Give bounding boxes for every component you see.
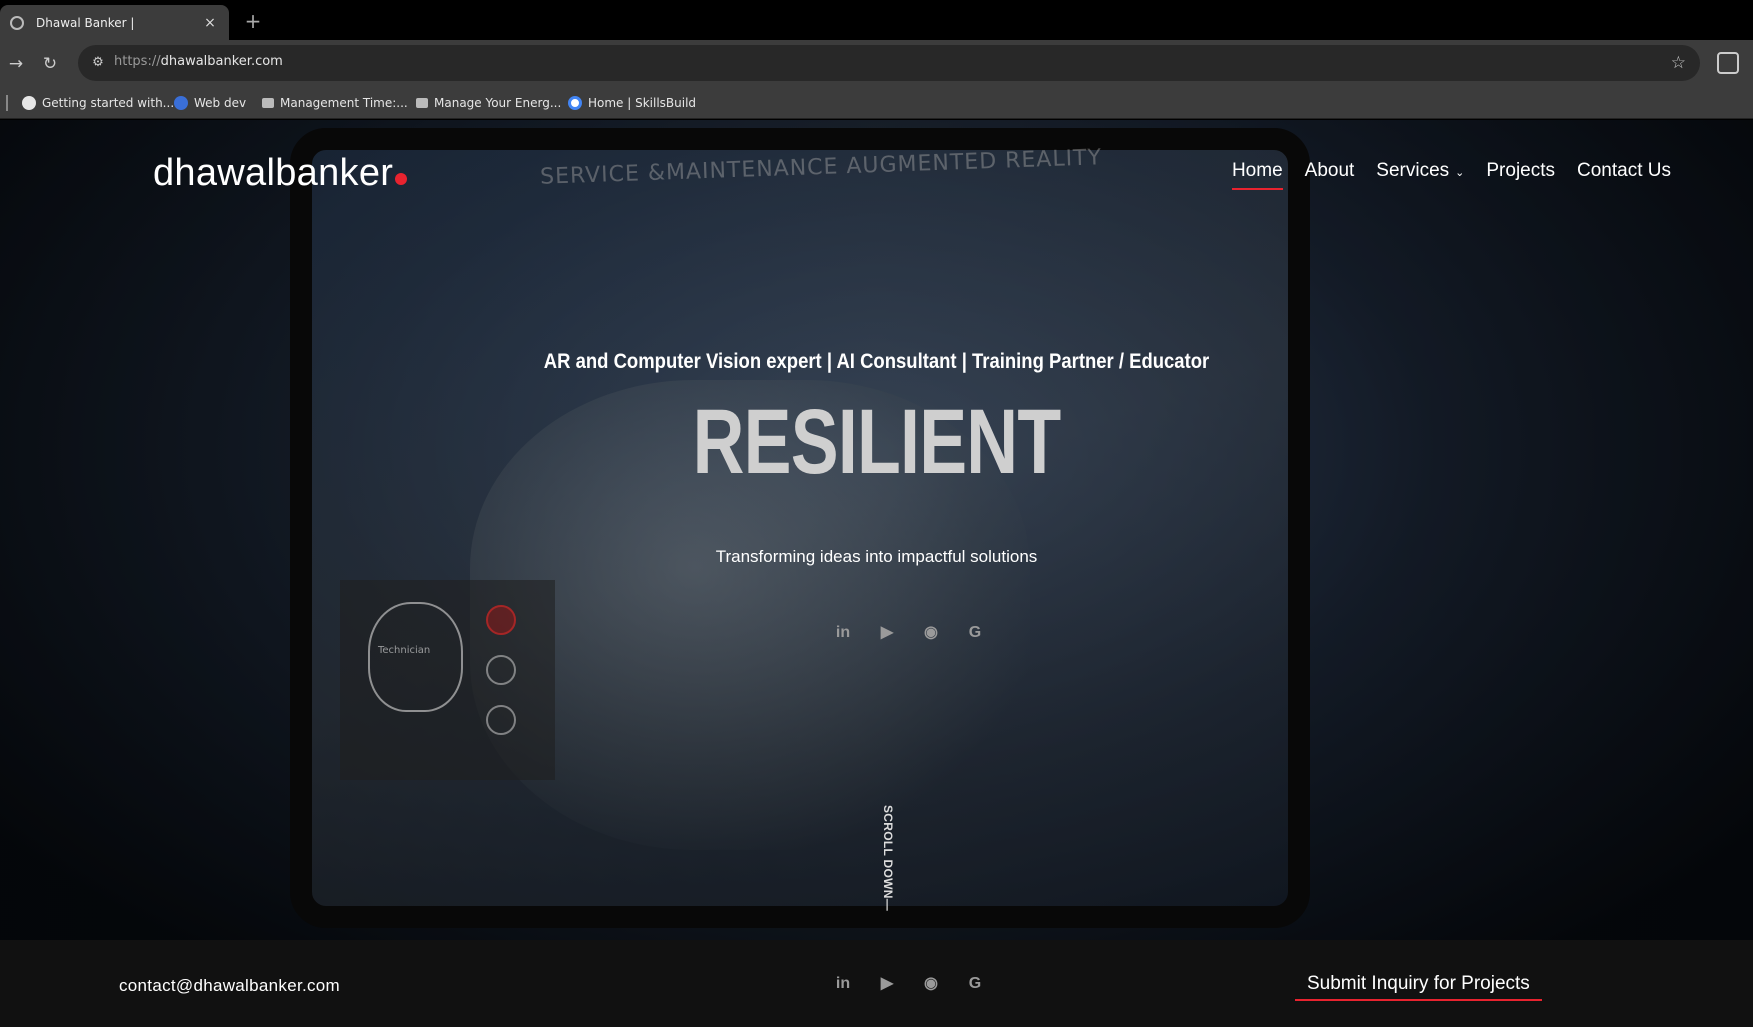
site-info-icon[interactable]: ⚙ xyxy=(88,53,108,73)
page-icon xyxy=(262,98,274,108)
bookmark-label: Management Time:... xyxy=(280,96,408,110)
site-logo-text: dhawalbanker xyxy=(153,152,394,194)
address-bar[interactable]: ⚙ https://dhawalbanker.com ☆ xyxy=(78,45,1700,81)
site-logo[interactable]: dhawalbanker xyxy=(153,152,408,195)
url-host: dhawalbanker.com xyxy=(160,54,283,69)
logo-dot xyxy=(395,173,408,185)
bookmark-management-time[interactable]: Management Time:... xyxy=(262,93,408,113)
avatar-icon xyxy=(174,96,188,110)
hero-subline: Transforming ideas into impactful soluti… xyxy=(715,547,1038,566)
nav-home[interactable]: Home xyxy=(1231,160,1283,190)
bookmarks-separator xyxy=(6,95,8,111)
footer-bar: contact@dhawalbanker.com in ▶ ◉ G Submit… xyxy=(0,940,1753,1027)
nav-projects[interactable]: Projects xyxy=(1486,160,1555,190)
hero-overlay xyxy=(0,120,1753,940)
bookmarks-bar: Getting started with... Web dev Manageme… xyxy=(0,87,1753,119)
nav-services[interactable]: Services ⌄ xyxy=(1376,160,1464,190)
url-scheme: https:// xyxy=(114,54,161,69)
main-nav: Home About Services ⌄ Projects Contact Us xyxy=(1231,160,1671,190)
url-text[interactable]: https://dhawalbanker.com xyxy=(114,54,283,69)
browser-toolbar: → ↻ ⚙ https://dhawalbanker.com ☆ xyxy=(0,40,1753,87)
hero-tagline: AR and Computer Vision expert | AI Consu… xyxy=(543,350,1210,373)
bookmark-label: Web dev xyxy=(194,96,247,110)
bookmark-label: Home | SkillsBuild xyxy=(588,96,697,110)
bookmark-manage-energy[interactable]: Manage Your Energ... xyxy=(416,93,561,113)
new-tab-button[interactable]: + xyxy=(240,8,266,34)
bookmark-skillsbuild[interactable]: Home | SkillsBuild xyxy=(568,93,696,113)
bookmark-web-dev[interactable]: Web dev xyxy=(174,93,246,113)
github-icon[interactable]: ◉ xyxy=(920,622,942,644)
hero-headline: RESILIENT xyxy=(692,391,1062,493)
browser-tab[interactable]: Dhawal Banker | × xyxy=(0,5,229,40)
bookmark-star-icon[interactable]: ☆ xyxy=(1671,53,1686,73)
linkedin-icon[interactable]: in xyxy=(832,622,854,644)
scroll-down-link[interactable]: SCROLL DOWN— xyxy=(881,805,895,911)
reload-icon[interactable]: ↻ xyxy=(38,52,62,76)
google-icon xyxy=(568,96,582,110)
linkedin-icon[interactable]: in xyxy=(832,973,854,995)
submit-inquiry-button[interactable]: Submit Inquiry for Projects xyxy=(1295,973,1542,1001)
nav-about[interactable]: About xyxy=(1305,160,1355,190)
page-icon xyxy=(416,98,428,108)
tab-strip: Dhawal Banker | × + xyxy=(0,0,1753,40)
bookmark-label: Getting started with... xyxy=(42,96,175,110)
bookmark-label: Manage Your Energ... xyxy=(434,96,562,110)
extensions-icon[interactable] xyxy=(1717,52,1739,74)
github-icon[interactable]: ◉ xyxy=(920,973,942,995)
contact-email-link[interactable]: contact@dhawalbanker.com xyxy=(119,976,340,996)
footer-social-links: in ▶ ◉ G xyxy=(832,973,986,995)
google-icon[interactable]: G xyxy=(964,622,986,644)
chevron-down-icon: ⌄ xyxy=(1455,167,1465,179)
bookmark-getting-started[interactable]: Getting started with... xyxy=(22,93,174,113)
close-tab-icon[interactable]: × xyxy=(201,15,219,31)
nav-contact[interactable]: Contact Us xyxy=(1577,160,1671,190)
youtube-icon[interactable]: ▶ xyxy=(876,622,898,644)
youtube-icon[interactable]: ▶ xyxy=(876,973,898,995)
nav-services-label: Services xyxy=(1376,160,1450,181)
forward-icon[interactable]: → xyxy=(4,52,28,76)
hero-social-links: in ▶ ◉ G xyxy=(832,622,986,644)
globe-icon xyxy=(22,96,36,110)
google-icon[interactable]: G xyxy=(964,973,986,995)
globe-icon xyxy=(10,15,24,30)
hero-section: SERVICE &MAINTENANCE AUGMENTED REALITY T… xyxy=(0,120,1753,940)
tab-title: Dhawal Banker | xyxy=(36,15,135,30)
